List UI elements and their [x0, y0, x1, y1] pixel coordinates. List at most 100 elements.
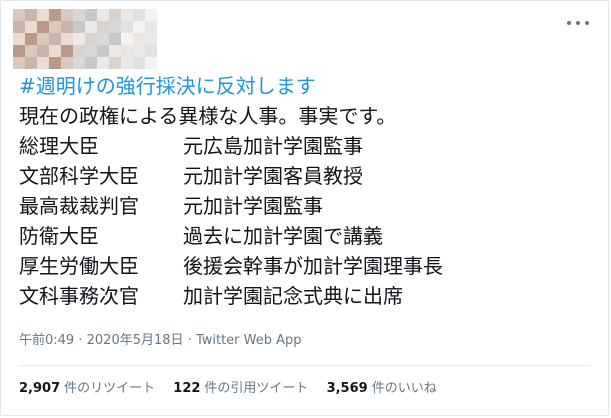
avatar-tile: [97, 9, 109, 21]
avatar-tile: [49, 45, 61, 57]
tweet-meta: 午前0:49 · 2020年5月18日 · Twitter Web App: [19, 331, 302, 351]
role-connection: 過去に加計学園で講義: [183, 224, 383, 248]
avatar-tile: [25, 45, 37, 57]
tweet-date[interactable]: 2020年5月18日: [87, 333, 184, 348]
avatar-tile: [145, 9, 157, 21]
meta-separator: ·: [187, 333, 192, 348]
tweet-source-link[interactable]: Twitter Web App: [196, 333, 302, 348]
avatar-tile: [37, 9, 49, 21]
role-title: 最高裁裁判官: [19, 194, 139, 218]
avatar-tile: [85, 21, 97, 33]
avatar-tile: [13, 21, 25, 33]
retweets-stat[interactable]: 2,907 件のリツイート: [19, 379, 155, 399]
avatar-tile: [109, 33, 121, 45]
avatar-tile: [73, 9, 85, 21]
avatar-tile: [121, 33, 133, 45]
avatar-tile: [13, 57, 25, 69]
more-dot: [567, 21, 571, 25]
more-options-icon[interactable]: [567, 17, 589, 29]
avatar-tile: [73, 33, 85, 45]
avatar-tile: [49, 33, 61, 45]
more-dot: [576, 21, 580, 25]
avatar-tile: [37, 33, 49, 45]
avatar-tile: [85, 57, 97, 69]
role-row: 総理大臣 元広島加計学園監事: [19, 131, 599, 161]
avatar-tile: [109, 21, 121, 33]
avatar-tile: [133, 45, 145, 57]
more-dot: [585, 21, 589, 25]
avatar-tile: [61, 45, 73, 57]
role-title: 防衛大臣: [19, 224, 99, 248]
avatar-tile: [133, 57, 145, 69]
avatar-tile: [97, 21, 109, 33]
role-connection: 元加計学園監事: [183, 194, 323, 218]
avatar-tile: [85, 45, 97, 57]
role-connection: 後援会幹事が加計学園理事長: [183, 254, 443, 278]
avatar-tile: [97, 33, 109, 45]
avatar-tile: [25, 21, 37, 33]
avatar-tile: [37, 45, 49, 57]
role-title: 文部科学大臣: [19, 164, 139, 188]
tweet-card: #週明けの強行採決に反対します 現在の政権による異様な人事。事実です。 総理大臣…: [0, 0, 609, 416]
avatar-tile: [61, 9, 73, 21]
avatar-tile: [97, 57, 109, 69]
avatar-tile: [13, 9, 25, 21]
role-title: 総理大臣: [19, 134, 99, 158]
role-connection: 元広島加計学園監事: [183, 134, 363, 158]
avatar-tile: [145, 33, 157, 45]
likes-stat[interactable]: 3,569 件のいいね: [327, 379, 437, 399]
avatar-tile: [133, 21, 145, 33]
avatar-tile: [49, 57, 61, 69]
avatar-tile: [133, 33, 145, 45]
hashtag-link[interactable]: #週明けの強行採決に反対します: [19, 74, 316, 98]
role-row: 文科事務次官 加計学園記念式典に出席: [19, 281, 599, 311]
avatar-tile: [97, 45, 109, 57]
blurred-avatar[interactable]: [13, 9, 163, 69]
retweets-count: 2,907: [19, 381, 61, 396]
avatar-tile: [25, 9, 37, 21]
avatar-tile: [85, 9, 97, 21]
quotes-stat[interactable]: 122 件の引用ツイート: [173, 379, 308, 399]
avatar-tile: [61, 21, 73, 33]
intro-line: 現在の政権による異様な人事。事実です。: [19, 104, 397, 128]
avatar-tile: [145, 45, 157, 57]
role-connection: 元加計学園客員教授: [183, 164, 363, 188]
avatar-tile: [25, 33, 37, 45]
avatar-tile: [25, 57, 37, 69]
avatar-tile: [73, 21, 85, 33]
avatar-tile: [13, 45, 25, 57]
avatar-tile: [61, 33, 73, 45]
avatar-tile: [121, 57, 133, 69]
divider: [19, 365, 590, 366]
avatar-tile: [145, 21, 157, 33]
avatar-tile: [109, 45, 121, 57]
hashtag-line: #週明けの強行採決に反対します: [19, 71, 599, 101]
avatar-tile: [85, 33, 97, 45]
quotes-count: 122: [173, 381, 201, 396]
role-title: 文科事務次官: [19, 284, 139, 308]
meta-separator: ·: [78, 333, 83, 348]
avatar-tile: [61, 57, 73, 69]
role-row: 最高裁裁判官 元加計学園監事: [19, 191, 599, 221]
retweets-label: 件のリツイート: [64, 381, 156, 396]
avatar-tile: [133, 9, 145, 21]
likes-count: 3,569: [326, 381, 368, 396]
tweet-text: #週明けの強行採決に反対します 現在の政権による異様な人事。事実です。 総理大臣…: [19, 71, 599, 311]
avatar-tile: [49, 21, 61, 33]
avatar-tile: [37, 57, 49, 69]
tweet-time[interactable]: 午前0:49: [19, 333, 74, 348]
role-connection: 加計学園記念式典に出席: [183, 284, 403, 308]
role-row: 防衛大臣 過去に加計学園で講義: [19, 221, 599, 251]
role-title: 厚生労働大臣: [19, 254, 139, 278]
avatar-tile: [109, 57, 121, 69]
avatar-tile: [37, 21, 49, 33]
role-row: 文部科学大臣 元加計学園客員教授: [19, 161, 599, 191]
tweet-stats: 2,907 件のリツイート 122 件の引用ツイート 3,569 件のいいね: [19, 379, 451, 399]
avatar-tile: [73, 45, 85, 57]
avatar-tile: [109, 9, 121, 21]
role-row: 厚生労働大臣 後援会幹事が加計学園理事長: [19, 251, 599, 281]
avatar-tile: [145, 57, 157, 69]
avatar-tile: [121, 45, 133, 57]
avatar-tile: [121, 9, 133, 21]
avatar-tile: [121, 21, 133, 33]
